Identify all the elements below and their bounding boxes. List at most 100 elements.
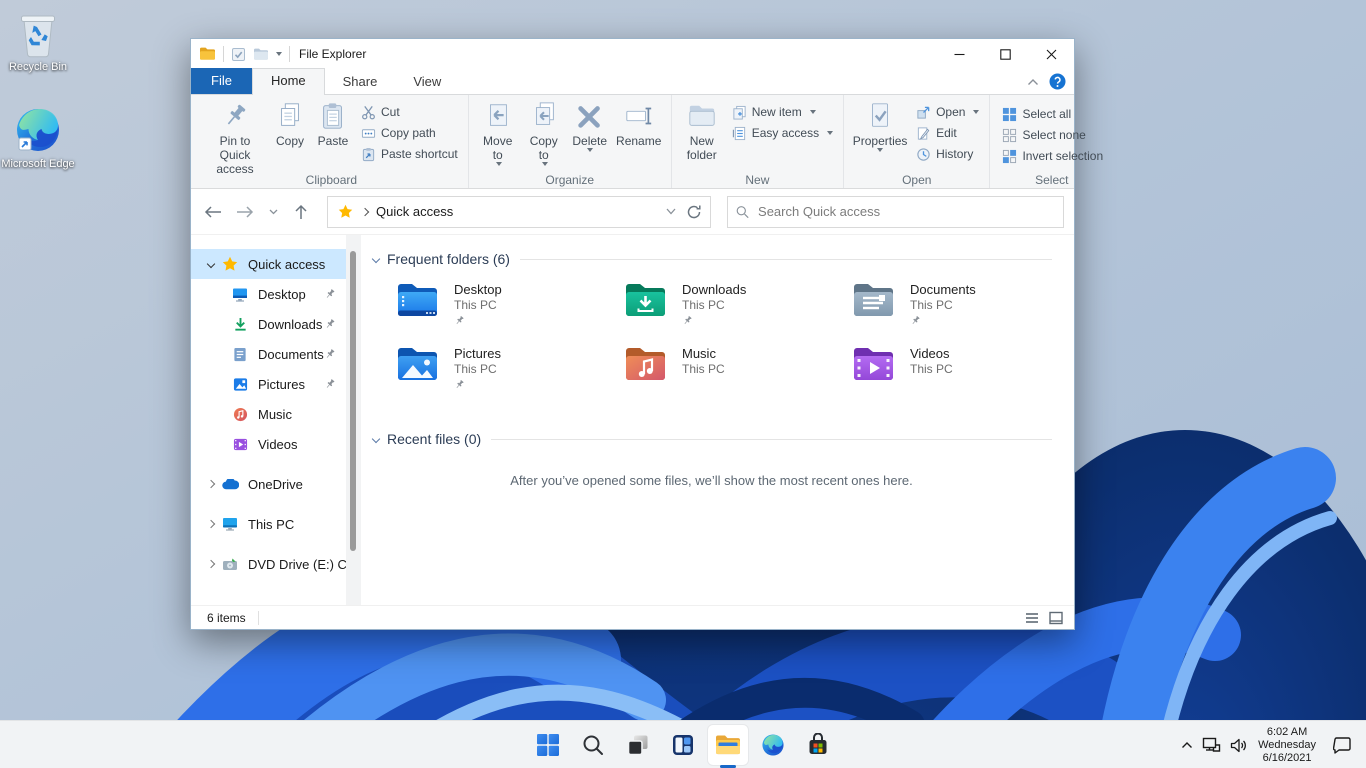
- sidebar-item-onedrive[interactable]: OneDrive: [191, 469, 346, 499]
- copy-path-button[interactable]: Copy path: [361, 124, 458, 142]
- edit-button[interactable]: Edit: [916, 124, 979, 142]
- music-icon: [233, 407, 247, 421]
- qat-properties-icon[interactable]: [231, 47, 246, 62]
- sidebar-scrollbar[interactable]: [346, 235, 361, 605]
- invert-selection-button[interactable]: Invert selection: [1002, 147, 1103, 165]
- volume-tray-button[interactable]: [1230, 738, 1247, 753]
- chevron-down-icon[interactable]: [371, 434, 381, 444]
- desktop-icon-label: Recycle Bin: [8, 61, 68, 73]
- pin-icon: [326, 349, 335, 358]
- tab-home[interactable]: Home: [251, 68, 325, 95]
- qat-new-folder-icon[interactable]: [253, 48, 269, 61]
- task-view-button[interactable]: [618, 725, 658, 765]
- start-button[interactable]: [528, 725, 568, 765]
- rename-button[interactable]: Rename: [613, 99, 665, 172]
- tab-file[interactable]: File: [191, 68, 252, 94]
- breadcrumb-location[interactable]: Quick access: [376, 204, 453, 219]
- qat-customize-caret-icon[interactable]: [276, 52, 282, 56]
- help-icon[interactable]: [1049, 73, 1066, 90]
- folder-location: This PC: [682, 298, 725, 312]
- search-box[interactable]: [727, 195, 1064, 228]
- paste-button[interactable]: Paste: [311, 99, 355, 172]
- search-button[interactable]: [573, 725, 613, 765]
- folder-name: Pictures: [454, 346, 501, 361]
- new-item-button[interactable]: New item: [732, 103, 833, 121]
- sidebar-item-pictures[interactable]: Pictures: [191, 369, 346, 399]
- chevron-right-icon[interactable]: [206, 519, 216, 529]
- up-button[interactable]: [287, 198, 315, 226]
- new-folder-button[interactable]: New folder: [678, 99, 726, 172]
- move-to-button[interactable]: Move to: [475, 99, 521, 172]
- sidebar-item-desktop[interactable]: Desktop: [191, 279, 346, 309]
- network-tray-button[interactable]: [1202, 737, 1221, 753]
- clock[interactable]: 6:02 AM Wednesday 6/16/2021: [1256, 726, 1318, 765]
- history-button[interactable]: History: [916, 145, 979, 163]
- file-explorer-button[interactable]: [708, 725, 748, 768]
- chevron-down-icon[interactable]: [206, 259, 216, 269]
- easy-access-button[interactable]: Easy access: [732, 124, 834, 142]
- maximize-button[interactable]: [982, 39, 1028, 69]
- folder-tile-music[interactable]: Music This PC: [624, 345, 852, 409]
- minimize-button[interactable]: [936, 39, 982, 69]
- tab-share[interactable]: Share: [325, 70, 396, 94]
- paste-icon: [323, 103, 342, 129]
- breadcrumb-chevron-icon[interactable]: [360, 207, 370, 216]
- address-dropdown-icon[interactable]: [666, 208, 676, 215]
- folder-tile-videos[interactable]: Videos This PC: [852, 345, 1080, 409]
- minimize-ribbon-icon[interactable]: [1027, 78, 1039, 86]
- pin-to-quick-access-button[interactable]: Pin to Quick access: [201, 99, 269, 176]
- recent-files-header[interactable]: Recent files (0): [371, 431, 1062, 447]
- desktop-icon-recycle-bin[interactable]: Recycle Bin: [0, 10, 76, 74]
- forward-button[interactable]: [231, 198, 259, 226]
- pin-icon: [684, 316, 692, 324]
- desktop-folder-icon: [398, 284, 437, 316]
- tray-show-hidden-icons-button[interactable]: [1181, 741, 1193, 749]
- address-bar[interactable]: Quick access: [327, 195, 711, 228]
- back-button[interactable]: [199, 198, 227, 226]
- refresh-icon[interactable]: [686, 204, 702, 220]
- navigation-bar: Quick access: [191, 189, 1074, 235]
- notification-center-button[interactable]: [1333, 736, 1352, 754]
- scrollbar-thumb[interactable]: [350, 251, 356, 551]
- sidebar-item-dvd-drive[interactable]: DVD Drive (E:) CCC: [191, 549, 346, 579]
- chevron-right-icon[interactable]: [206, 559, 216, 569]
- close-button[interactable]: [1028, 39, 1074, 69]
- desktop-icon-microsoft-edge[interactable]: Microsoft Edge: [0, 105, 76, 171]
- quick-access-star-icon: [222, 256, 238, 271]
- chevron-down-icon[interactable]: [371, 254, 381, 264]
- delete-button[interactable]: Delete: [567, 99, 613, 172]
- folder-tile-downloads[interactable]: Downloads This PC: [624, 281, 852, 345]
- folder-tile-pictures[interactable]: Pictures This PC: [396, 345, 624, 409]
- sidebar-item-music[interactable]: Music: [191, 399, 346, 429]
- paste-shortcut-button[interactable]: Paste shortcut: [361, 145, 458, 163]
- search-input[interactable]: [758, 204, 1055, 219]
- open-button[interactable]: Open: [916, 103, 980, 121]
- cut-button[interactable]: Cut: [361, 103, 458, 121]
- select-none-button[interactable]: Select none: [1002, 126, 1103, 144]
- frequent-folders-header[interactable]: Frequent folders (6): [371, 251, 1062, 267]
- folder-tile-documents[interactable]: Documents This PC: [852, 281, 1080, 345]
- sidebar-item-this-pc[interactable]: This PC: [191, 509, 346, 539]
- properties-button[interactable]: Properties: [850, 99, 910, 172]
- copy-button[interactable]: Copy: [269, 99, 311, 172]
- store-button[interactable]: [798, 725, 838, 765]
- sidebar-item-videos[interactable]: Videos: [191, 429, 346, 459]
- items-count: 6 items: [207, 610, 246, 625]
- back-arrow-icon: [204, 205, 221, 218]
- select-all-button[interactable]: Select all: [1002, 105, 1103, 123]
- details-view-button[interactable]: [1024, 611, 1040, 625]
- pin-icon: [456, 380, 464, 388]
- recent-locations-button[interactable]: [263, 198, 283, 226]
- copy-to-button[interactable]: Copy to: [521, 99, 567, 172]
- chevron-right-icon[interactable]: [206, 479, 216, 489]
- large-icons-view-button[interactable]: [1048, 611, 1064, 625]
- sidebar-item-downloads[interactable]: Downloads: [191, 309, 346, 339]
- edge-button[interactable]: [753, 725, 793, 765]
- folder-name: Videos: [910, 346, 950, 361]
- widgets-button[interactable]: [663, 725, 703, 765]
- sidebar-item-documents[interactable]: Documents: [191, 339, 346, 369]
- onedrive-icon: [221, 478, 239, 489]
- sidebar-item-quick-access[interactable]: Quick access: [191, 249, 346, 279]
- tab-view[interactable]: View: [395, 70, 459, 94]
- folder-tile-desktop[interactable]: Desktop This PC: [396, 281, 624, 345]
